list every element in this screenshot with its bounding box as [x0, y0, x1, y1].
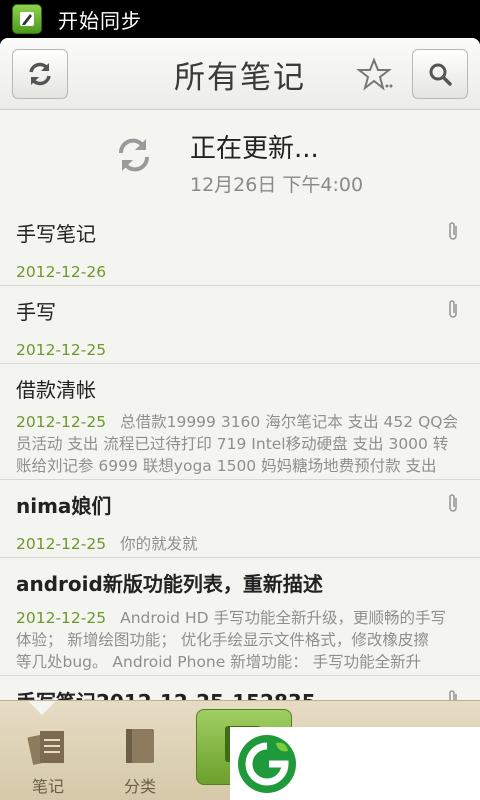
sync-status-text: 正在更新...	[190, 134, 319, 164]
note-snippet-line: 员活动 支出 流程已过待打印 719 Intel移动硬盘 支出 3000 转	[16, 435, 449, 453]
star-icon	[356, 57, 393, 91]
note-title: 借款清帐	[16, 378, 96, 402]
note-item[interactable]: nima娘们 2012-12-25 你的就发就	[0, 480, 480, 558]
note-title: nima娘们	[16, 494, 112, 518]
note-item[interactable]: 手写笔记2012-12-25-152835	[0, 676, 480, 700]
search-icon	[429, 63, 452, 86]
note-date: 2012-12-25	[16, 535, 107, 553]
page-title: 所有笔记	[174, 60, 306, 96]
paperclip-icon	[449, 494, 457, 512]
favorites-button[interactable]	[352, 56, 398, 94]
paperclip-icon	[449, 222, 457, 240]
status-bar: 开始同步	[0, 0, 480, 38]
note-snippet-line: 体验； 新增绘图功能； 优化手绘显示文件格式，修改橡皮擦	[16, 631, 429, 649]
watermark	[230, 727, 480, 800]
note-snippet-line: Android HD 手写功能全新升级，更顺畅的手写	[120, 609, 446, 627]
tab-categories-label: 分类	[123, 777, 156, 796]
note-date: 2012-12-25	[16, 609, 107, 627]
tab-notes-label: 笔记	[31, 777, 64, 796]
paperclip-icon	[449, 300, 457, 318]
sync-time-text: 12月26日 下午4:00	[190, 174, 364, 196]
search-button[interactable]	[412, 49, 468, 99]
note-item[interactable]: 手写笔记 2012-12-26	[0, 208, 480, 286]
note-title: 手写笔记	[16, 222, 96, 246]
title-bar: 所有笔记	[0, 38, 480, 110]
logo-icon	[238, 734, 296, 793]
notebook-icon	[126, 729, 154, 763]
paperclip-icon	[449, 690, 457, 700]
note-date: 2012-12-26	[16, 263, 107, 281]
note-list: 手写笔记 2012-12-26 手写 2012-12-25 借款清帐 2012-…	[0, 208, 480, 700]
tab-categories[interactable]: 分类	[92, 701, 188, 800]
note-item[interactable]: 手写 2012-12-25	[0, 286, 480, 364]
sync-status-block: 正在更新... 12月26日 下午4:00	[0, 110, 480, 208]
note-snippet-line: 等几处bug。 Android Phone 新增功能： 手写功能全新升	[16, 653, 422, 671]
status-text: 开始同步	[58, 8, 142, 33]
notes-icon	[27, 731, 64, 765]
note-date: 2012-12-25	[16, 341, 107, 359]
note-snippet-line: 总借款19999 3160 海尔笔记本 支出 452 QQ会	[120, 413, 458, 431]
note-snippet-line: 账给刘记参 6999 联想yoga 1500 妈妈糖场地费预付款 支出	[16, 457, 437, 475]
notes-panel: 所有笔记 正在更新... 12月26日 下午4:00 手写笔记 2012-12-…	[0, 38, 480, 700]
note-title: 手写笔记2012-12-25-152835	[16, 676, 466, 700]
refresh-icon	[118, 138, 150, 172]
note-date: 2012-12-25	[16, 413, 107, 431]
evernote-pen-icon	[12, 4, 42, 34]
tab-notes[interactable]: 笔记	[0, 701, 96, 800]
note-item[interactable]: 借款清帐 2012-12-25 总借款19999 3160 海尔笔记本 支出 45…	[0, 364, 480, 480]
note-title: android新版功能列表，重新描述	[16, 572, 323, 596]
note-snippet: 你的就发就	[120, 535, 198, 553]
note-title: 手写	[16, 300, 56, 324]
note-item[interactable]: android新版功能列表，重新描述 2012-12-25 Android HD …	[0, 558, 480, 676]
